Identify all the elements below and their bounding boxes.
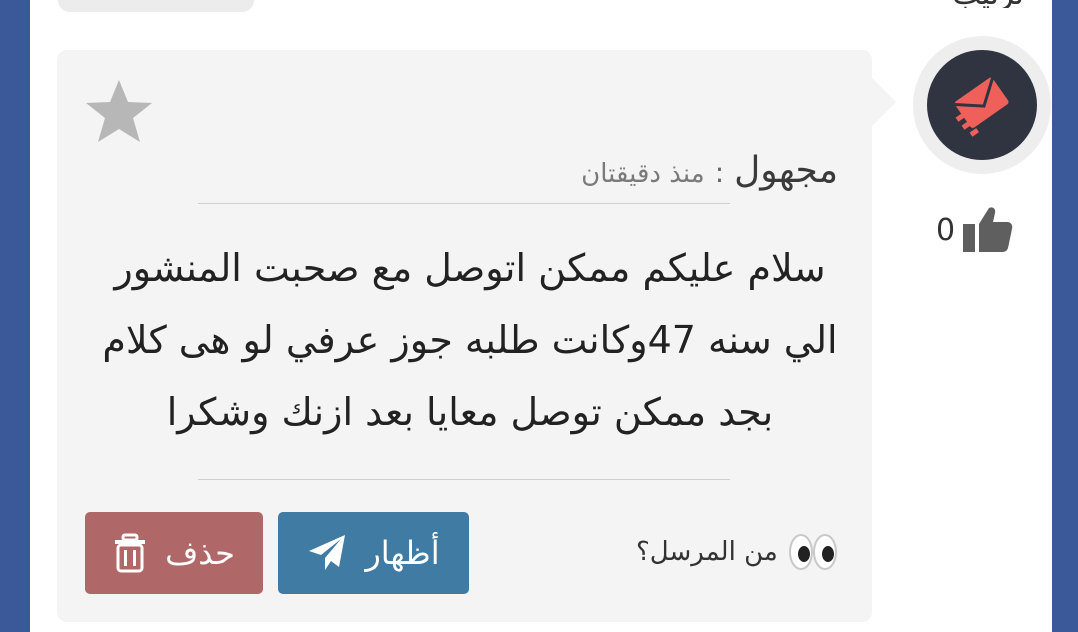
like-control[interactable]: 0 <box>936 202 1026 258</box>
paper-plane-icon <box>309 535 346 570</box>
author-line: مجهول : منذ دقيقتان <box>581 150 838 191</box>
author-separator: : <box>714 156 725 189</box>
envelope-send-icon <box>954 77 1009 137</box>
author-name: مجهول <box>734 150 838 191</box>
reveal-button-label: أظهار <box>365 534 440 572</box>
sender-question-text: من المرسل؟ <box>636 537 778 567</box>
sender-question: من المرسل؟ <box>636 532 838 572</box>
delete-button[interactable]: حذف <box>85 512 263 594</box>
trash-icon <box>115 533 146 573</box>
star-icon[interactable] <box>84 78 154 146</box>
message-text: سلام عليكم ممكن اتوصل مع صحبت المنشور ال… <box>102 246 838 434</box>
post-time: منذ دقيقتان <box>581 159 705 189</box>
avatar[interactable] <box>927 50 1037 160</box>
reveal-sender-button[interactable]: أظهار <box>278 512 469 594</box>
card-pointer <box>872 78 896 126</box>
previous-item-tab[interactable] <box>58 0 254 12</box>
divider-top <box>198 203 730 204</box>
previous-item-text: ترتيب <box>884 0 1024 8</box>
divider-bottom <box>198 479 730 480</box>
like-count: 0 <box>936 212 956 248</box>
eyes-icon <box>788 534 837 570</box>
delete-button-label: حذف <box>165 534 235 572</box>
thumbs-up-icon[interactable] <box>961 204 1013 256</box>
